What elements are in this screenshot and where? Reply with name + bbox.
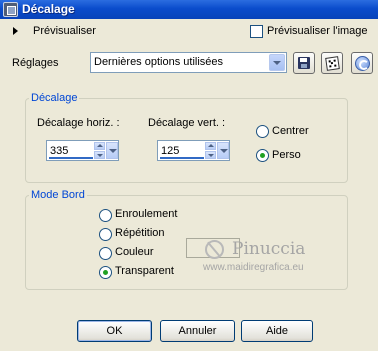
transparent-radio-label[interactable]: Transparent [115,265,174,277]
preview-label[interactable]: Prévisualiser [33,25,96,37]
wrap-radio-label[interactable]: Enroulement [115,208,177,220]
watermark-url: www.maidiregrafica.eu [203,262,304,273]
watermark-name: Pinuccia [232,239,306,259]
dice-icon [325,56,340,71]
offset-group-legend: Décalage [29,92,80,104]
horiz-offset-value[interactable]: 335 [50,145,68,157]
save-preset-button[interactable] [293,52,315,74]
stepper-down-icon[interactable] [205,151,216,159]
chevron-down-icon[interactable] [106,142,118,159]
title-bar[interactable]: Décalage [0,0,378,19]
vert-offset-field[interactable]: 125 [157,140,230,161]
preview-expand-icon[interactable] [13,27,18,35]
stepper-up-icon[interactable] [94,142,105,150]
center-radio[interactable] [256,125,269,138]
save-icon [298,57,310,69]
perso-radio[interactable] [256,149,269,162]
transparent-radio[interactable] [99,266,112,279]
help-button[interactable]: Aide [241,320,313,342]
color-radio[interactable] [99,247,112,260]
color-radio-label[interactable]: Couleur [115,246,154,258]
app-icon [3,2,18,17]
repeat-radio[interactable] [99,228,112,241]
preset-select[interactable]: Dernières options utilisées [90,52,287,73]
horiz-stepper[interactable] [94,142,105,159]
horiz-offset-field[interactable]: 335 [46,140,119,161]
selection-underline [160,157,204,159]
vert-stepper[interactable] [205,142,216,159]
vert-offset-label: Décalage vert. : [148,117,226,129]
wrap-radio[interactable] [99,209,112,222]
preset-value: Dernières options utilisées [94,56,224,68]
settings-label: Réglages [12,57,59,69]
chevron-down-icon[interactable] [269,54,285,71]
chevron-down-icon[interactable] [217,142,229,159]
selection-underline [49,157,93,159]
window-title: Décalage [22,2,75,16]
stepper-down-icon[interactable] [94,151,105,159]
reset-button[interactable] [351,52,373,74]
reset-icon [355,56,370,71]
repeat-radio-label[interactable]: Répétition [115,227,165,239]
perso-radio-label[interactable]: Perso [272,149,301,161]
randomize-button[interactable] [321,52,343,74]
center-radio-label[interactable]: Centrer [272,125,309,137]
no-entry-icon [205,240,224,259]
preview-image-label[interactable]: Prévisualiser l'image [267,25,368,37]
stepper-up-icon[interactable] [205,142,216,150]
ok-button[interactable]: OK [77,320,152,342]
preview-image-checkbox[interactable] [250,25,263,38]
vert-offset-value[interactable]: 125 [161,145,179,157]
edge-mode-legend: Mode Bord [29,189,87,201]
horiz-offset-label: Décalage horiz. : [37,117,120,129]
cancel-button[interactable]: Annuler [160,320,235,342]
